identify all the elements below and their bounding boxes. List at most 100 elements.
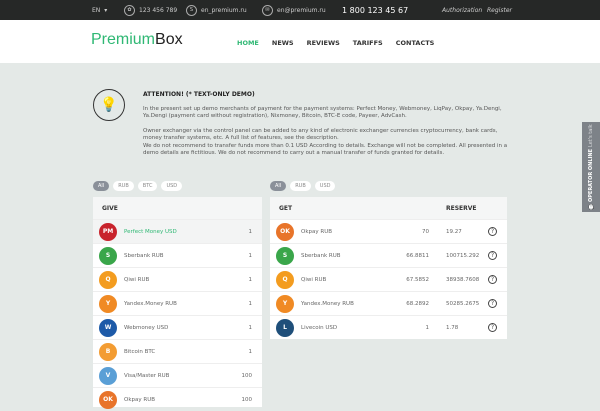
authorization-link[interactable]: Authorization xyxy=(442,7,482,14)
email-contact[interactable]: ✉ en@premium.ru xyxy=(262,4,326,16)
currency-logo-icon: Q xyxy=(276,270,294,289)
currency-row[interactable]: PM Perfect Money USD 1 xyxy=(93,219,262,243)
currency-name: Yandex.Money RUB xyxy=(124,300,177,307)
currency-row[interactable]: Q Qiwi RUB 1 xyxy=(93,267,262,291)
exchange-amount: 1 xyxy=(248,252,253,259)
currency-row[interactable]: Y Yandex.Money RUB 1 xyxy=(93,291,262,315)
currency-name: Yandex.Money RUB xyxy=(301,300,354,307)
currency-row[interactable]: S Sberbank RUB 66.8811 100715.292 ? xyxy=(270,243,507,267)
main-nav: HOME NEWS REVIEWS TARIFFS CONTACTS xyxy=(237,39,434,47)
help-icon[interactable]: ? xyxy=(488,323,497,332)
exchange-amount: 1 xyxy=(248,348,253,355)
reserve-amount: 19.27 xyxy=(446,228,462,235)
logo-text-box: Box xyxy=(155,31,183,48)
currency-row[interactable]: L Livecoin USD 1 1.78 ? xyxy=(270,315,507,339)
currency-name: Perfect Money USD xyxy=(124,228,177,235)
currency-logo-icon: OK xyxy=(276,222,294,241)
filter-usd[interactable]: USD xyxy=(161,181,183,191)
reserve-amount: 50285.2675 xyxy=(446,300,480,307)
currency-logo-icon: PM xyxy=(99,222,117,241)
currency-logo-icon: W xyxy=(99,318,117,337)
language-select[interactable]: EN ▾ xyxy=(92,7,107,14)
currency-row[interactable]: Y Yandex.Money RUB 68.2892 50285.2675 ? xyxy=(270,291,507,315)
language-label: EN xyxy=(92,6,101,14)
help-icon[interactable]: ? xyxy=(488,227,497,236)
mail-icon: ✉ xyxy=(262,4,273,16)
currency-logo-icon: Q xyxy=(99,270,117,289)
nav-contacts[interactable]: CONTACTS xyxy=(396,39,435,47)
get-header: GET xyxy=(279,204,293,212)
currency-logo-icon: Y xyxy=(276,294,294,313)
filter-all[interactable]: All xyxy=(93,181,110,191)
logo-text-premium: Premium xyxy=(91,31,156,48)
give-filters: All RUB BTC USD xyxy=(93,181,183,191)
currency-row[interactable]: B Bitcoin BTC 1 xyxy=(93,339,262,363)
currency-row[interactable]: Q Qiwi RUB 67.5852 38938.7608 ? xyxy=(270,267,507,291)
exchange-amount: 100 xyxy=(241,372,253,379)
operator-subtitle: Let's talk xyxy=(588,124,594,147)
notice-paragraph: In the present set up demo merchants of … xyxy=(143,105,502,120)
skype-name: en_premium.ru xyxy=(201,6,247,14)
filter-all[interactable]: All xyxy=(270,181,287,191)
currency-name: Webmoney USD xyxy=(124,324,169,331)
filter-rub[interactable]: RUB xyxy=(113,181,134,191)
exchange-amount: 1 xyxy=(248,276,253,283)
give-header: GIVE xyxy=(93,197,262,219)
currency-logo-icon: S xyxy=(276,246,294,265)
filter-usd[interactable]: USD xyxy=(314,181,336,191)
help-icon[interactable]: ? xyxy=(488,299,497,308)
caret-down-icon: ▾ xyxy=(104,6,108,14)
currency-name: Okpay RUB xyxy=(301,228,332,235)
currency-logo-icon: L xyxy=(276,318,294,337)
phone-number: 1 800 123 45 67 xyxy=(342,5,409,15)
currency-row[interactable]: OK Okpay RUB 100 xyxy=(93,387,262,411)
register-link[interactable]: Register xyxy=(487,7,512,14)
operator-title: OPERATOR ONLINE xyxy=(588,148,594,202)
logo[interactable]: PremiumBox xyxy=(91,31,183,49)
icq-number: 123 456 789 xyxy=(139,6,178,14)
currency-name: Qiwi RUB xyxy=(301,276,327,283)
nav-home[interactable]: HOME xyxy=(237,39,259,47)
exchange-rate: 66.8811 xyxy=(406,252,429,259)
filter-rub[interactable]: RUB xyxy=(290,181,311,191)
exchange-amount: 1 xyxy=(248,228,253,235)
get-panel: GET RESERVE OK Okpay RUB 70 19.27 ? S Sberb… xyxy=(270,197,507,339)
help-icon[interactable]: ? xyxy=(488,275,497,284)
currency-row[interactable]: W Webmoney USD 1 xyxy=(93,315,262,339)
notice-paragraph: Owner exchanger via the control panel ca… xyxy=(143,127,498,142)
email-address: en@premium.ru xyxy=(277,6,326,14)
nav-news[interactable]: NEWS xyxy=(272,39,294,47)
nav-reviews[interactable]: REVIEWS xyxy=(307,39,340,47)
notice-paragraph: We do not recommend to transfer funds mo… xyxy=(143,142,508,157)
reserve-amount: 1.78 xyxy=(446,324,459,331)
exchange-rate: 1 xyxy=(425,324,430,331)
currency-name: Qiwi RUB xyxy=(124,276,150,283)
currency-logo-icon: V xyxy=(99,366,117,385)
skype-icon: S xyxy=(186,4,197,16)
exchange-rate: 67.5852 xyxy=(406,276,429,283)
operator-online-tab[interactable]: 💬 OPERATOR ONLINE Let's talk xyxy=(582,122,600,212)
currency-name: Sberbank RUB xyxy=(124,252,164,259)
currency-logo-icon: Y xyxy=(99,294,117,313)
currency-row[interactable]: S Sberbank RUB 1 xyxy=(93,243,262,267)
exchange-amount: 1 xyxy=(248,324,253,331)
currency-logo-icon: B xyxy=(99,342,117,361)
help-icon[interactable]: ? xyxy=(488,251,497,260)
reserve-amount: 38938.7608 xyxy=(446,276,480,283)
filter-btc[interactable]: BTC xyxy=(137,181,158,191)
currency-name: Bitcoin BTC xyxy=(124,348,156,355)
top-bar: EN ▾ ✿ 123 456 789 Sen_premium.ru ✉ en@prem… xyxy=(0,0,600,20)
currency-name: Livecoin USD xyxy=(301,324,338,331)
currency-logo-icon: S xyxy=(99,246,117,265)
exchange-amount: 1 xyxy=(248,300,253,307)
get-filters: All RUB USD xyxy=(270,181,336,191)
currency-name: Sberbank RUB xyxy=(301,252,341,259)
nav-tariffs[interactable]: TARIFFS xyxy=(353,39,383,47)
lightbulb-icon: 💡 xyxy=(93,89,125,121)
currency-row[interactable]: V Visa/Master RUB 100 xyxy=(93,363,262,387)
exchange-rate: 68.2892 xyxy=(406,300,429,307)
currency-row[interactable]: OK Okpay RUB 70 19.27 ? xyxy=(270,219,507,243)
exchange-rate: 70 xyxy=(422,228,429,235)
icq-contact: ✿ 123 456 789 xyxy=(124,4,178,16)
icq-icon: ✿ xyxy=(124,4,135,16)
